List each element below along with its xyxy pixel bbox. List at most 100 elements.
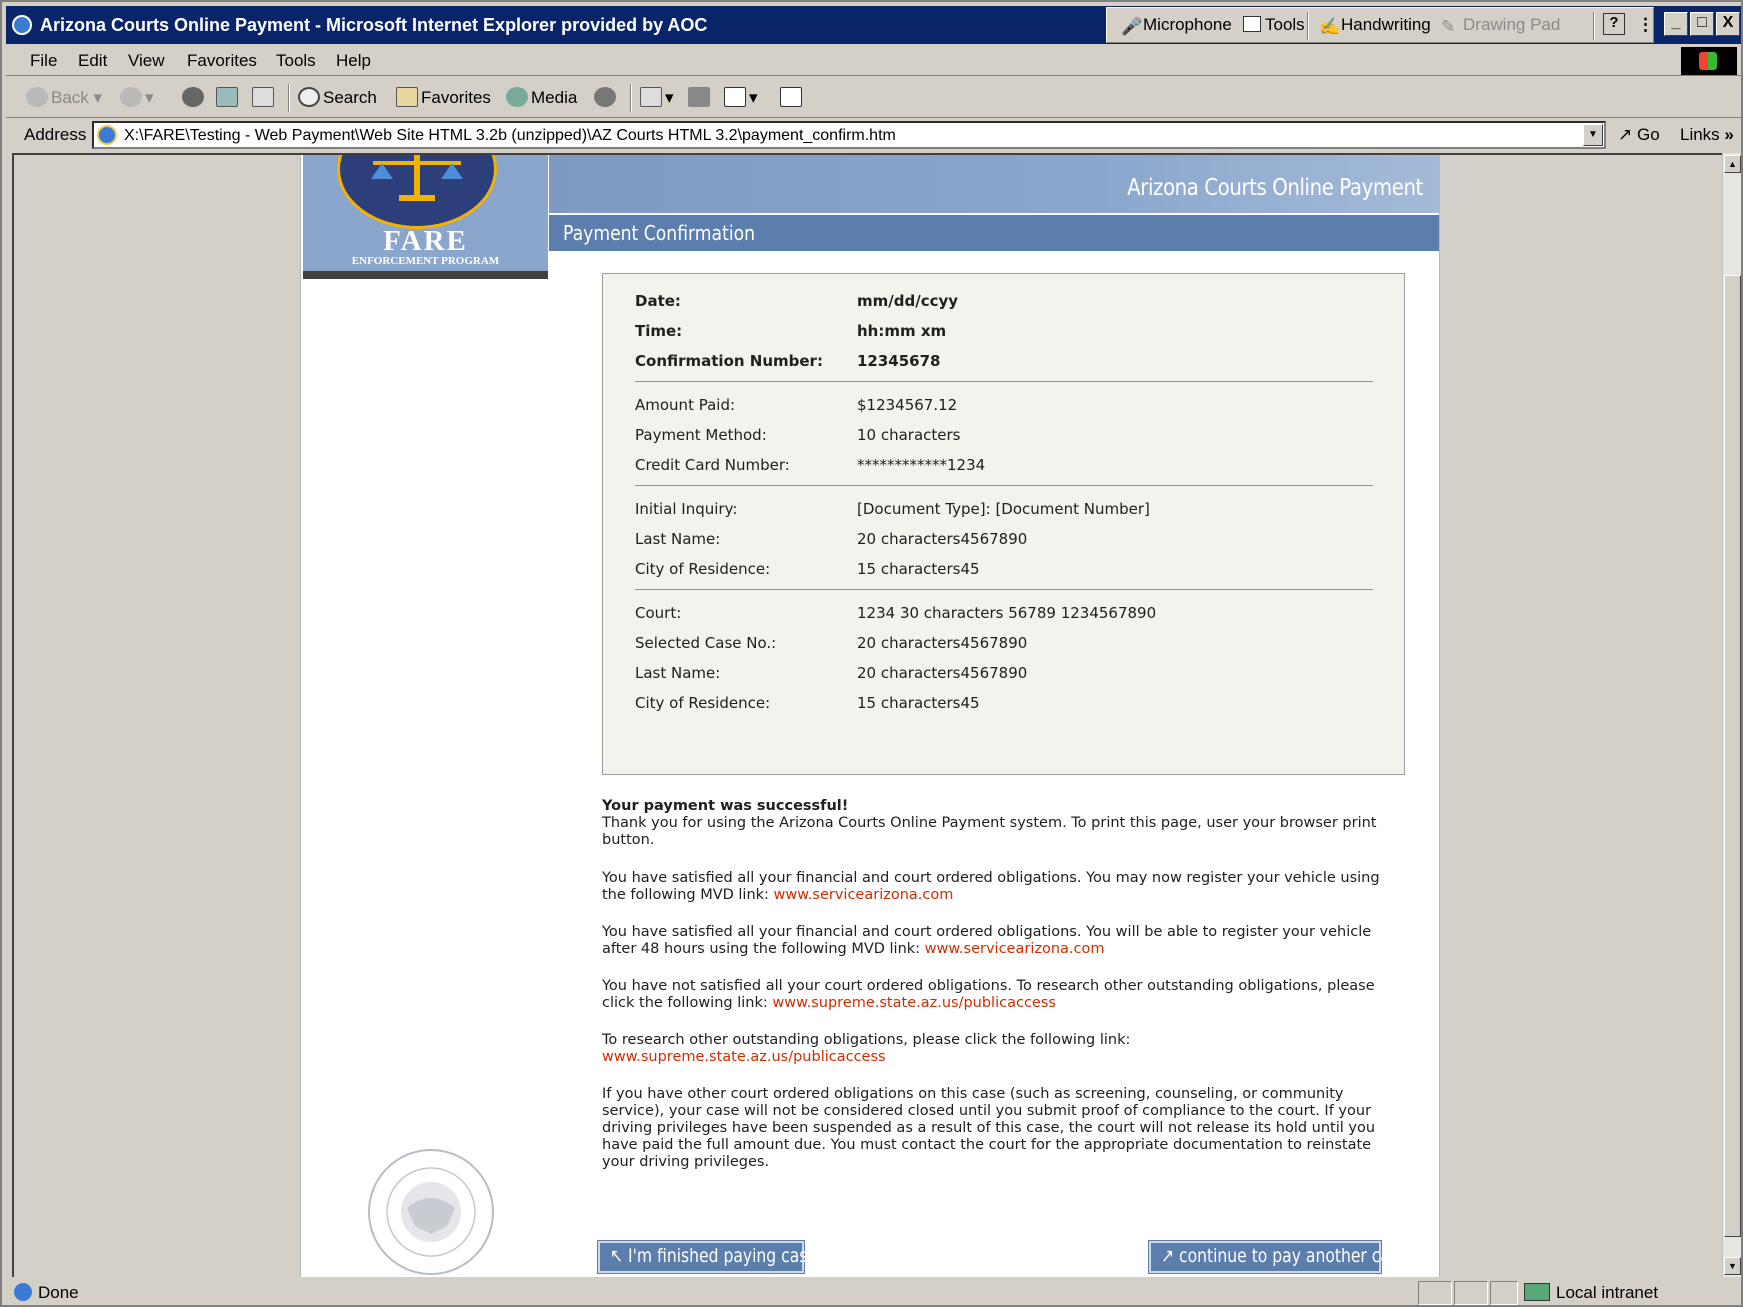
ie-page-icon — [14, 1283, 32, 1301]
word-icon — [724, 87, 746, 107]
fare-logo-text: FARE — [383, 225, 468, 257]
finished-paying-button[interactable]: ↖ I'm finished paying cases — [597, 1240, 825, 1274]
menu-tools[interactable]: Tools — [276, 51, 316, 71]
back-arrow-icon — [26, 87, 48, 107]
publicaccess-link[interactable]: www.supreme.state.az.us/publicaccess — [602, 1049, 886, 1065]
stop-button[interactable] — [182, 87, 207, 108]
address-url: X:\FARE\Testing - Web Payment\Web Site H… — [124, 127, 896, 144]
window-title: Arizona Courts Online Payment - Microsof… — [40, 15, 708, 35]
notepad-icon — [780, 87, 802, 107]
refresh-icon — [216, 87, 238, 107]
separator — [1593, 12, 1595, 40]
security-zone: Local intranet — [1524, 1283, 1658, 1303]
continue-paying-button[interactable]: ↗ continue to pay another case — [1148, 1240, 1408, 1274]
divider — [635, 589, 1373, 590]
forward-arrow-icon — [120, 87, 142, 107]
stop-icon — [182, 87, 204, 107]
edit-button[interactable]: ▾ — [724, 87, 758, 108]
divider — [635, 485, 1373, 486]
menu-favorites[interactable]: Favorites — [187, 51, 257, 71]
menu-edit[interactable]: Edit — [78, 51, 107, 71]
menu-view[interactable]: View — [128, 51, 165, 71]
go-arrow-icon: ↗ — [1618, 125, 1633, 144]
title-bar: Arizona Courts Online Payment - Microsof… — [6, 6, 1741, 44]
scroll-up-button[interactable]: ▲ — [1724, 155, 1741, 173]
separator — [630, 84, 632, 112]
separator — [288, 84, 290, 112]
menu-help[interactable]: Help — [336, 51, 371, 71]
media-button[interactable]: Media — [506, 87, 577, 108]
print-icon — [688, 87, 710, 107]
maximize-button[interactable]: □ — [1690, 12, 1714, 36]
ie-icon — [12, 15, 32, 35]
publicaccess-link[interactable]: www.supreme.state.az.us/publicaccess — [772, 995, 1056, 1011]
home-button[interactable] — [252, 87, 277, 108]
page-icon — [97, 125, 117, 145]
favorites-icon — [396, 87, 418, 107]
supreme-court-seal-icon — [368, 1149, 494, 1275]
fare-logo-subtext: ENFORCEMENT PROGRAM — [351, 255, 500, 267]
go-button[interactable]: ↗ Go — [1618, 125, 1660, 145]
browser-window: Arizona Courts Online Payment - Microsof… — [0, 0, 1743, 1307]
page-viewport: FARE ENFORCEMENT PROGRAM Arizona Courts … — [12, 153, 1723, 1277]
message-registered: You have satisfied all your financial an… — [602, 870, 1380, 903]
handwriting-button[interactable]: ✍Handwriting — [1319, 15, 1431, 36]
vertical-scrollbar[interactable]: ▲ ▼ — [1722, 153, 1741, 1277]
handwriting-icon: ✍ — [1319, 17, 1341, 36]
links-button[interactable]: Links » — [1680, 125, 1734, 145]
message-register-48h: You have satisfied all your financial an… — [602, 924, 1372, 957]
minimize-button[interactable]: _ — [1664, 12, 1688, 36]
menu-file[interactable]: File — [30, 51, 57, 71]
servicearizona-link[interactable]: www.servicearizona.com — [774, 887, 954, 903]
print-button[interactable] — [688, 87, 713, 108]
address-bar: Address X:\FARE\Testing - Web Payment\We… — [6, 119, 1741, 151]
tools-button[interactable]: Tools — [1243, 15, 1305, 35]
language-bar: 🎤Microphone Tools ✍Handwriting ✎ Drawing … — [1106, 7, 1654, 43]
servicearizona-link[interactable]: www.servicearizona.com — [925, 941, 1105, 957]
search-icon — [298, 87, 320, 107]
confirmation-details-panel: Date: mm/dd/ccyy Time: hh:mm xm Confirmati… — [602, 273, 1405, 775]
back-button[interactable]: Back ▾ — [26, 87, 102, 108]
drawing-pad-button[interactable]: ✎ Drawing Pad — [1441, 15, 1560, 36]
scroll-thumb[interactable] — [1724, 275, 1741, 1237]
close-button[interactable]: X — [1716, 12, 1740, 36]
windows-logo-icon — [1681, 47, 1737, 75]
favorites-button[interactable]: Favorites — [396, 87, 491, 108]
status-bar: Done Local intranet — [6, 1281, 1741, 1305]
search-button[interactable]: Search — [298, 87, 377, 108]
mail-icon — [640, 87, 662, 107]
help-button[interactable]: ? — [1603, 13, 1625, 35]
local-intranet-icon — [1524, 1283, 1550, 1301]
address-input[interactable]: X:\FARE\Testing - Web Payment\Web Site H… — [92, 121, 1606, 149]
chevron-right-icon: » — [1724, 125, 1734, 144]
address-label: Address — [24, 125, 87, 144]
language-bar-options-icon[interactable]: ⋮ — [1637, 15, 1654, 35]
microphone-icon: 🎤 — [1121, 17, 1143, 36]
microphone-button[interactable]: 🎤Microphone — [1121, 15, 1232, 36]
mail-button[interactable]: ▾ — [640, 87, 674, 108]
standard-toolbar: Back ▾ ▾ Search Favorites Media ▾ ▾ — [6, 78, 1741, 118]
fare-logo: FARE ENFORCEMENT PROGRAM — [303, 155, 548, 279]
refresh-button[interactable] — [216, 87, 241, 108]
site-title: Arizona Courts Online Payment — [1127, 175, 1423, 201]
scales-of-justice-icon — [371, 155, 463, 201]
message-compliance: If you have other court ordered obligati… — [602, 1086, 1376, 1170]
drawing-pad-icon: ✎ — [1441, 17, 1456, 36]
address-dropdown-button[interactable]: ▼ — [1583, 124, 1603, 146]
status-text: Done — [14, 1283, 79, 1303]
message-research: To research other outstanding obligation… — [602, 1032, 1131, 1065]
message-not-satisfied: You have not satisfied all your court or… — [602, 978, 1375, 1011]
forward-button[interactable]: ▾ — [120, 87, 154, 108]
page-title: Payment Confirmation — [563, 221, 756, 245]
history-icon — [594, 87, 616, 107]
page-title-bar: Payment Confirmation — [549, 215, 1439, 251]
scroll-down-button[interactable]: ▼ — [1724, 1257, 1741, 1275]
page-body: FARE ENFORCEMENT PROGRAM Arizona Courts … — [300, 155, 1440, 1277]
history-button[interactable] — [594, 87, 619, 108]
discuss-button[interactable] — [780, 87, 805, 108]
success-message: Your payment was successful! Thank you f… — [602, 798, 1377, 848]
site-banner: Arizona Courts Online Payment — [549, 155, 1439, 213]
tools-icon — [1243, 16, 1261, 32]
media-icon — [506, 87, 528, 107]
success-heading: Your payment was successful! — [602, 798, 849, 814]
